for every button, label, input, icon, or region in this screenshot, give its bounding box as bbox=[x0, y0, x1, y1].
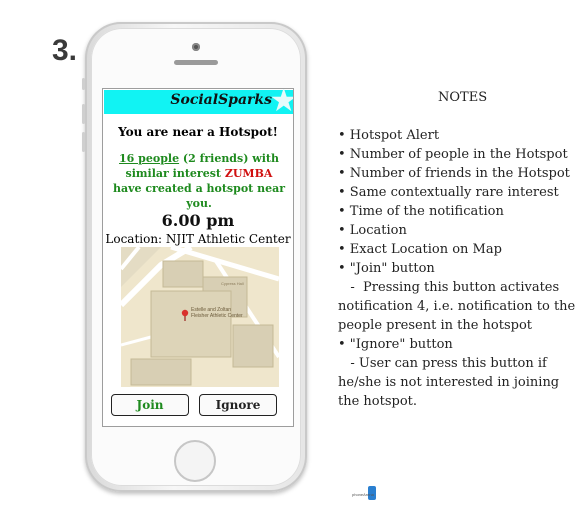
map-pin-icon[interactable] bbox=[181, 309, 189, 317]
notes-item: • Time of the notification bbox=[338, 204, 504, 219]
phonearena-logo: phoneArena bbox=[352, 485, 392, 500]
friends-count: (2 friends) bbox=[182, 152, 249, 165]
volume-down-button[interactable] bbox=[82, 132, 85, 152]
notes-item: • Exact Location on Map bbox=[338, 242, 502, 257]
notes-item: • "Ignore" button bbox=[338, 337, 453, 352]
notes-item: notification 4, i.e. notification to the bbox=[338, 299, 576, 314]
notes-item: • "Join" button bbox=[338, 261, 435, 276]
people-count-link[interactable]: 16 people bbox=[119, 152, 179, 165]
notes-item: • Hotspot Alert bbox=[338, 128, 440, 143]
notes-item: - User can press this button if bbox=[338, 356, 547, 371]
notification-screen: ★ SocialSparks You are near a Hotspot! 1… bbox=[102, 88, 294, 427]
location-map[interactable]: Estelle and Zoltan Fleisher Athletic Cen… bbox=[121, 247, 279, 387]
map-graphic: Estelle and Zoltan Fleisher Athletic Cen… bbox=[121, 247, 279, 387]
notes-item: he/she is not interested in joining bbox=[338, 375, 560, 390]
notification-time: 6.00 pm bbox=[161, 211, 235, 230]
star-icon: ★ bbox=[269, 89, 293, 116]
interest-name: ZUMBA bbox=[224, 167, 273, 180]
camera-icon bbox=[192, 43, 200, 51]
location-text: Location: NJIT Athletic Center bbox=[105, 232, 291, 246]
app-title: SocialSparks bbox=[170, 92, 272, 108]
marker-label-2: Fleisher Athletic Center bbox=[191, 313, 243, 319]
hall-label: Cypress Hall bbox=[221, 281, 244, 286]
notes-item: • Location bbox=[338, 223, 407, 238]
step-number: 3. bbox=[52, 34, 78, 67]
notes-item: • Same contextually rare interest bbox=[338, 185, 559, 200]
hotspot-headline: You are near a Hotspot! bbox=[118, 125, 278, 139]
notes-title: NOTES bbox=[438, 90, 488, 105]
notes-list: • Hotspot Alert • Number of people in th… bbox=[338, 126, 582, 411]
notes-item: people present in the hotspot bbox=[338, 318, 533, 333]
app-header: ★ SocialSparks bbox=[104, 89, 293, 116]
notes-item: - Pressing this button activates bbox=[338, 280, 560, 295]
watermark-text: phoneArena bbox=[352, 492, 375, 497]
notes-item: • Number of people in the Hotspot bbox=[338, 147, 568, 162]
join-button[interactable]: Join bbox=[111, 394, 189, 416]
ignore-button[interactable]: Ignore bbox=[199, 394, 277, 416]
mute-switch[interactable] bbox=[82, 78, 85, 90]
notes-item: the hotspot. bbox=[338, 394, 418, 409]
volume-up-button[interactable] bbox=[82, 104, 85, 124]
hotspot-description: 16 people (2 friends) with similar inter… bbox=[111, 151, 287, 211]
desc-end: have created a hotspot near you. bbox=[113, 182, 285, 210]
home-button[interactable] bbox=[174, 440, 216, 482]
speaker-grille bbox=[174, 60, 218, 65]
notes-item: • Number of friends in the Hotspot bbox=[338, 166, 570, 181]
